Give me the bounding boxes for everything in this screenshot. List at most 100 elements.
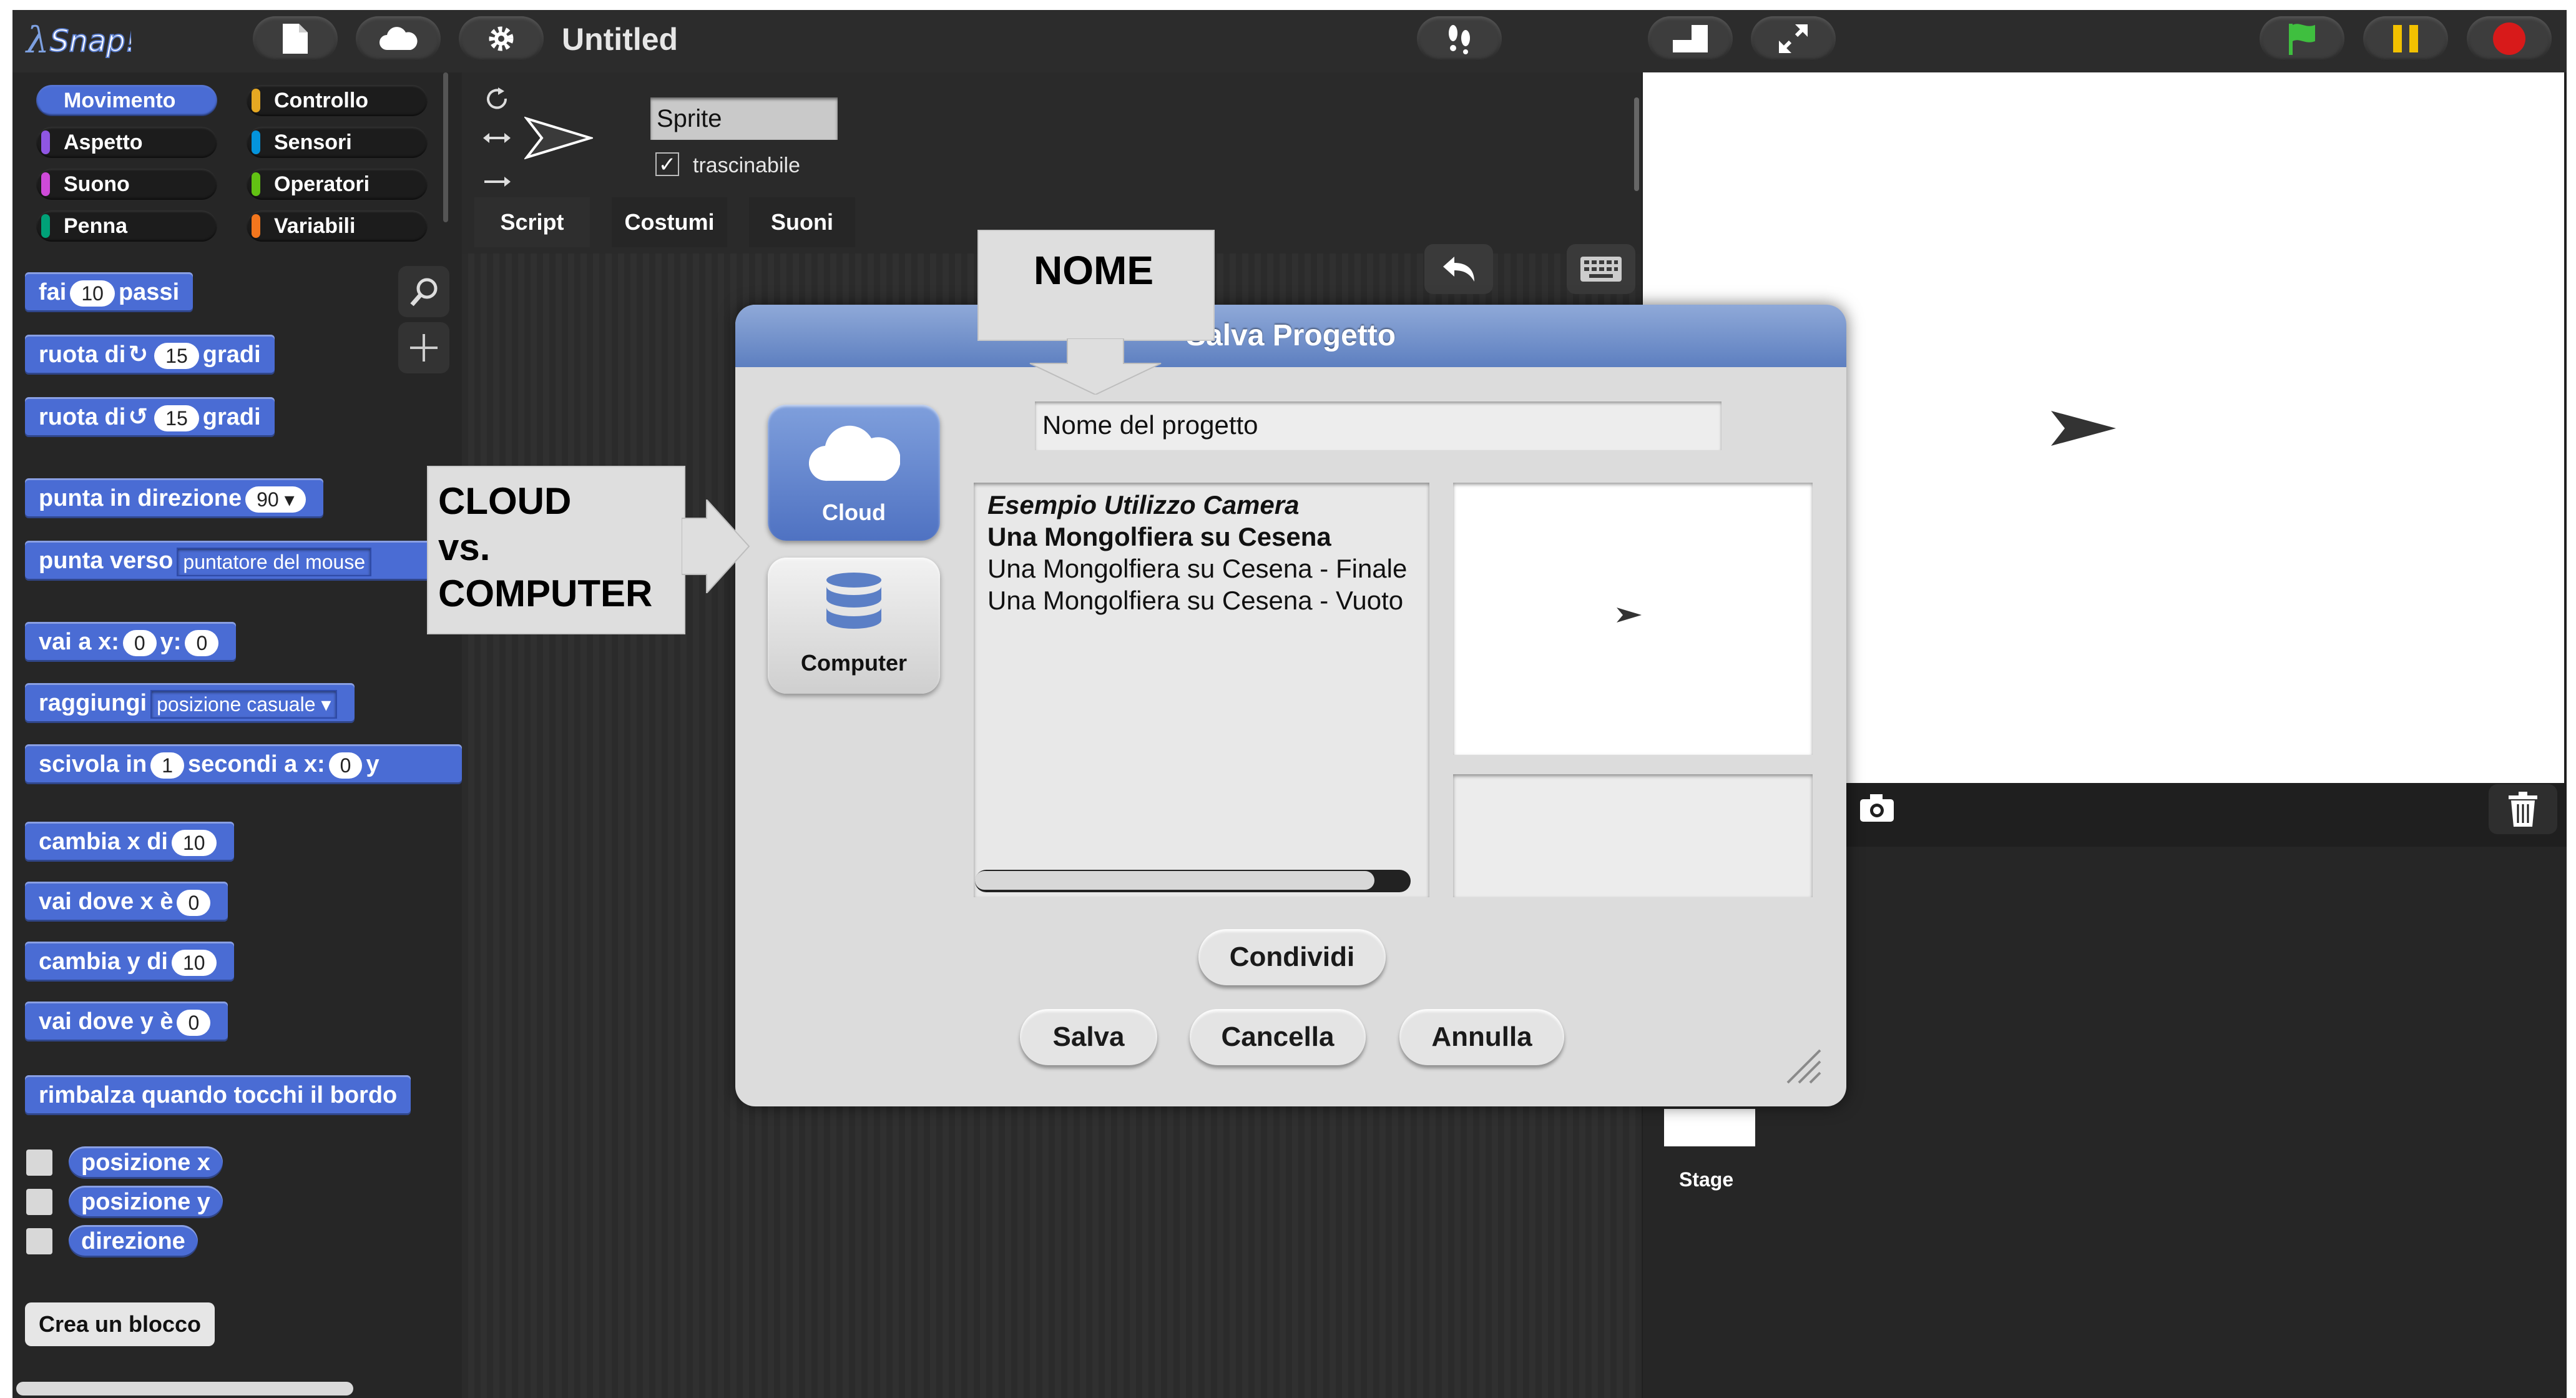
target-dropdown[interactable]: puntatore del mouse (177, 547, 372, 576)
svg-text:Snap!: Snap! (50, 24, 131, 59)
watcher-checkbox-xpos[interactable] (26, 1149, 52, 1176)
category-sensori[interactable]: Sensori (247, 127, 428, 158)
degrees-input[interactable]: 15 (154, 405, 199, 431)
block-point-in-direction[interactable]: punta in direzione 90 ▾ (25, 478, 323, 518)
palette-horizontal-scrollbar[interactable] (16, 1382, 353, 1396)
stage-thumbnail[interactable] (1664, 1109, 1755, 1146)
project-list[interactable]: Esempio Utilizzo Camera Una Mongolfiera … (974, 483, 1429, 897)
pause-button[interactable] (2363, 16, 2448, 61)
save-button[interactable]: Salva (1020, 1009, 1157, 1065)
stage-size-button[interactable] (1648, 16, 1733, 61)
reporter-direction[interactable]: direzione (69, 1225, 198, 1258)
list-scrollbar-track[interactable] (975, 870, 1411, 892)
project-list-item[interactable]: Esempio Utilizzo Camera (987, 490, 1299, 520)
x-input[interactable]: 0 (122, 629, 157, 656)
block-turn-counterclockwise[interactable]: ruota di ↺ 15 gradi (25, 397, 275, 437)
y-input[interactable]: 0 (177, 1009, 211, 1036)
share-button[interactable]: Condividi (1198, 929, 1386, 985)
make-block-plus-button[interactable] (398, 322, 449, 373)
search-blocks-button[interactable] (398, 266, 449, 317)
block-change-y[interactable]: cambia y di 10 (25, 942, 234, 982)
project-name-input[interactable]: Nome del progetto (1035, 401, 1721, 450)
project-notes-field[interactable] (1453, 774, 1813, 897)
snap-logo[interactable]: λ Snap! (25, 15, 131, 67)
dx-input[interactable]: 10 (171, 829, 217, 856)
cloud-source-label: Cloud (822, 500, 886, 525)
stop-button[interactable] (2467, 16, 2552, 61)
no-rotate-icon[interactable] (483, 172, 511, 191)
green-flag-button[interactable] (2260, 16, 2344, 61)
make-a-block-button[interactable]: Crea un blocco (25, 1302, 215, 1346)
x-input[interactable]: 0 (328, 752, 363, 779)
cloud-menu-button[interactable] (356, 16, 441, 61)
resize-handle-icon[interactable] (1785, 1048, 1821, 1084)
tab-costumi[interactable]: Costumi (612, 197, 727, 247)
block-set-x[interactable]: vai dove x è0 (25, 882, 228, 922)
category-aspetto[interactable]: Aspetto (36, 127, 217, 158)
stepping-button[interactable] (1417, 16, 1502, 61)
computer-source-button[interactable]: Computer (768, 558, 940, 694)
block-go-to[interactable]: raggiungi posizione casuale ▾ (25, 683, 355, 723)
dy-input[interactable]: 10 (171, 949, 217, 976)
svg-text:λ: λ (25, 19, 49, 61)
category-movimento[interactable]: Movimento (36, 85, 217, 116)
x-input[interactable]: 0 (177, 889, 211, 916)
draggable-checkbox[interactable]: ✓ (655, 152, 679, 176)
category-color-bar (41, 89, 50, 112)
block-text: y (366, 751, 380, 777)
cancel-button[interactable]: Annulla (1399, 1009, 1564, 1065)
block-glide[interactable]: scivola in 1 secondi a x: 0 y (25, 744, 462, 784)
goto-dropdown[interactable]: posizione casuale ▾ (150, 689, 338, 719)
block-text: y: (160, 629, 182, 655)
delete-button[interactable]: Cancella (1190, 1009, 1366, 1065)
category-controllo[interactable]: Controllo (247, 85, 428, 116)
block-turn-clockwise[interactable]: ruota di ↻ 15 gradi (25, 335, 275, 375)
category-label: Suono (64, 172, 130, 196)
degrees-input[interactable]: 15 (154, 342, 199, 369)
fullscreen-icon (1778, 24, 1808, 54)
list-scrollbar-thumb[interactable] (975, 871, 1374, 890)
steps-input[interactable]: 10 (70, 280, 115, 307)
footprints-icon (1449, 25, 1470, 54)
block-set-y[interactable]: vai dove y è0 (25, 1002, 228, 1041)
undo-button[interactable] (1424, 244, 1493, 294)
category-operatori[interactable]: Operatori (247, 169, 428, 200)
rotate-left-right-icon[interactable] (483, 129, 511, 147)
block-change-x[interactable]: cambia x di 10 (25, 822, 234, 862)
reporter-x-position[interactable]: posizione x (69, 1146, 223, 1179)
project-list-item[interactable]: Una Mongolfiera su Cesena (987, 522, 1331, 552)
reporter-y-position[interactable]: posizione y (69, 1186, 223, 1218)
category-color-bar (252, 214, 260, 238)
seconds-input[interactable]: 1 (150, 752, 184, 779)
presentation-mode-button[interactable] (1751, 16, 1836, 61)
file-menu-button[interactable] (253, 16, 338, 61)
settings-button[interactable] (459, 16, 544, 61)
sprite-bar-divider[interactable] (1634, 97, 1639, 191)
block-move-steps[interactable]: fai 10 passi (25, 272, 193, 312)
block-text: ruota di (39, 342, 126, 368)
direction-input[interactable]: 90 ▾ (245, 486, 306, 513)
project-list-item[interactable]: Una Mongolfiera su Cesena - Vuoto (987, 586, 1403, 616)
watcher-checkbox-direction[interactable] (26, 1228, 52, 1254)
block-point-towards[interactable]: punta verso puntatore del mouse (25, 541, 440, 581)
rotate-any-icon[interactable] (483, 85, 511, 112)
project-list-item[interactable]: Una Mongolfiera su Cesena - Finale (987, 554, 1407, 584)
project-name-value: Nome del progetto (1042, 410, 1258, 440)
cloud-source-button[interactable]: Cloud (768, 405, 940, 541)
sprite-name-field[interactable]: Sprite (650, 97, 838, 140)
y-input[interactable]: 0 (185, 629, 219, 656)
direction-value: 90 (257, 488, 279, 511)
category-suono[interactable]: Suono (36, 169, 217, 200)
block-bounce[interactable]: rimbalza quando tocchi il bordo (25, 1075, 411, 1115)
tab-script[interactable]: Script (474, 197, 590, 247)
watcher-checkbox-ypos[interactable] (26, 1189, 52, 1215)
block-go-to-xy[interactable]: vai a x: 0 y: 0 (25, 622, 237, 662)
category-variabili[interactable]: Variabili (247, 210, 428, 242)
camera-button[interactable] (1849, 784, 1905, 834)
sprite-arrow-icon[interactable] (2050, 410, 2117, 447)
category-scrollbar[interactable] (443, 72, 448, 222)
category-penna[interactable]: Penna (36, 210, 217, 242)
tab-suoni[interactable]: Suoni (749, 197, 855, 247)
keyboard-entry-button[interactable] (1567, 244, 1635, 294)
trash-button[interactable] (2489, 784, 2557, 834)
